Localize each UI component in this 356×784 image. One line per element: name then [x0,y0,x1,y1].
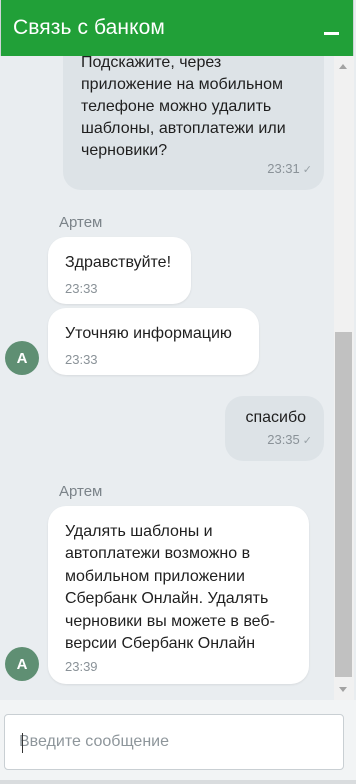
message-incoming: Удалять шаблоны и автоплатежи возможно в… [48,506,309,684]
message-text: Уточняю информацию [65,325,232,342]
message-input-wrapper [4,714,344,770]
message-time: 23:33 [65,281,98,296]
chat-header: Связь с банком [0,0,354,56]
message-text: Удалять шаблоны и автоплатежи возможно в… [65,523,275,653]
text-caret [22,733,23,753]
message-time: 23:35 [267,432,300,447]
avatar: A [5,341,39,375]
message-list: Подскажите, через приложение на мобильно… [0,56,334,700]
scrollbar-thumb[interactable] [335,332,352,677]
message-text: спасибо [245,409,306,426]
message-input[interactable] [5,715,343,769]
scroll-down-arrow-icon[interactable] [339,687,347,692]
message-time: 23:31 [267,161,300,176]
sender-name: Артем [59,214,103,231]
avatar: A [5,647,39,681]
message-outgoing: спасибо 23:35 ✓ [225,396,324,461]
minimize-icon[interactable] [324,32,339,35]
message-incoming: Уточняю информацию 23:33 [48,308,259,375]
message-time: 23:33 [65,352,98,367]
message-incoming: Здравствуйте! 23:33 [48,237,191,304]
message-text: Здравствуйте! [65,254,172,271]
scroll-up-arrow-icon[interactable] [339,64,347,69]
message-time: 23:39 [65,659,98,674]
check-icon: ✓ [302,435,312,447]
sender-name: Артем [59,483,103,500]
composer-area [0,700,356,784]
chat-title: Связь с банком [13,16,165,39]
bottom-border [0,780,356,784]
message-text: Подскажите, через приложение на мобильно… [81,56,286,159]
message-outgoing: Подскажите, через приложение на мобильно… [63,56,324,190]
check-icon: ✓ [302,164,312,176]
chat-scrollbar[interactable] [334,56,354,700]
